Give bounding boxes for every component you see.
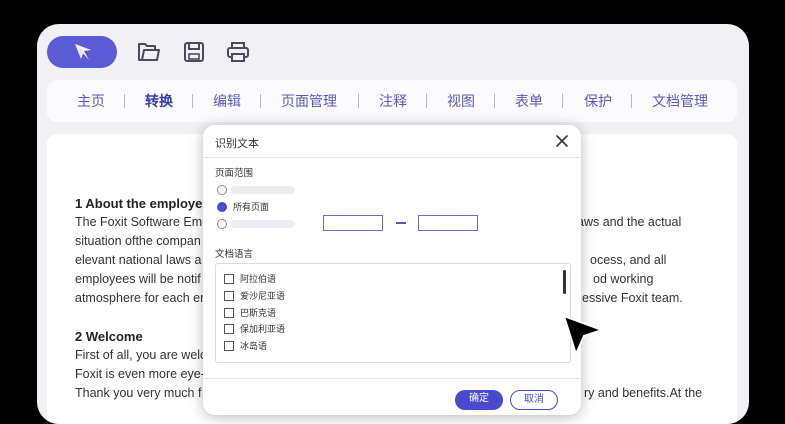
radio-label-placeholder [231, 220, 295, 228]
folder-icon [138, 43, 160, 61]
doc-line: elevant national laws a [75, 253, 202, 267]
dialog-title: 识别文本 [215, 137, 259, 150]
print-button[interactable] [224, 38, 252, 66]
checkbox[interactable] [224, 273, 234, 284]
doc-line: Thank you very much f [75, 386, 202, 400]
menu-separator [192, 94, 193, 108]
print-icon [227, 42, 249, 62]
doc-heading: 1 About the employee [75, 196, 210, 211]
doc-line: First of all, you are welc [75, 348, 207, 362]
menu-page-management[interactable]: 页面管理 [281, 91, 337, 111]
radio-all-pages[interactable] [217, 202, 227, 212]
ocr-dialog: 识别文本 页面范围 所有页面 文档语言 阿拉伯语 爱沙尼亚语 巴斯克语 保加利亚… [203, 125, 581, 415]
menu-separator [426, 94, 427, 108]
doc-line: Foxit is even more eye- [75, 367, 205, 381]
radio-current-page[interactable] [217, 185, 227, 195]
ok-button[interactable]: 确定 [455, 390, 503, 410]
menu-document-management[interactable]: 文档管理 [652, 91, 708, 111]
menu-home[interactable]: 主页 [77, 91, 105, 111]
menu-separator [260, 94, 261, 108]
language-label-text: 冰岛语 [240, 342, 268, 352]
checkbox[interactable] [224, 340, 234, 351]
menu-view[interactable]: 视图 [447, 91, 475, 111]
menu-separator [631, 94, 632, 108]
language-item[interactable]: 阿拉伯语 [224, 272, 276, 285]
doc-line: ocess, and all [590, 253, 667, 267]
language-list[interactable]: 阿拉伯语 爱沙尼亚语 巴斯克语 保加利亚语 冰岛语 [215, 263, 571, 363]
menu-separator [494, 94, 495, 108]
foxit-logo-icon [75, 44, 91, 60]
menu-convert[interactable]: 转换 [145, 91, 173, 111]
doc-line: ry and benefits.At the [584, 386, 703, 400]
range-dash [396, 222, 406, 224]
checkbox[interactable] [224, 290, 234, 301]
cancel-button[interactable]: 取消 [510, 390, 558, 410]
dialog-divider [203, 157, 581, 158]
doc-heading: 2 Welcome [75, 329, 143, 344]
doc-line: essive Foxit team. [582, 291, 683, 305]
doc-line: aws and the actual [577, 215, 682, 229]
menu-protect[interactable]: 保护 [584, 91, 612, 111]
menu-annotate[interactable]: 注释 [379, 91, 407, 111]
doc-line: situation ofthe compan [75, 234, 201, 248]
language-label-text: 阿拉伯语 [240, 275, 277, 285]
language-label: 文档语言 [215, 249, 254, 260]
language-item[interactable]: 巴斯克语 [224, 306, 276, 319]
checkbox[interactable] [224, 307, 234, 318]
language-item[interactable]: 保加利亚语 [224, 322, 285, 335]
menu-separator [358, 94, 359, 108]
doc-line: employees will be notif [75, 272, 201, 286]
close-icon[interactable] [553, 132, 571, 150]
language-item[interactable]: 爱沙尼亚语 [224, 289, 285, 302]
menu-form[interactable]: 表单 [515, 91, 543, 111]
radio-all-pages-label: 所有页面 [233, 203, 270, 213]
dialog-footer-divider [203, 378, 581, 379]
open-file-button[interactable] [135, 38, 163, 66]
language-item[interactable]: 冰岛语 [224, 339, 267, 352]
menu-edit[interactable]: 编辑 [213, 91, 241, 111]
menu-separator [562, 94, 563, 108]
ribbon-menu: 主页 转换 编辑 页面管理 注释 视图 表单 保护 文档管理 [47, 80, 737, 122]
radio-label-placeholder [231, 186, 295, 194]
save-icon [184, 42, 204, 62]
radio-page-range[interactable] [217, 219, 227, 229]
language-label-text: 巴斯克语 [240, 309, 277, 319]
menu-separator [124, 94, 125, 108]
doc-line: atmosphere for each er [75, 291, 205, 305]
language-label-text: 爱沙尼亚语 [240, 292, 286, 302]
page-range-label: 页面范围 [215, 168, 254, 179]
language-label-text: 保加利亚语 [240, 325, 286, 335]
range-end-input[interactable] [418, 215, 478, 231]
checkbox[interactable] [224, 323, 234, 334]
doc-line: The Foxit Software Emp [75, 215, 210, 229]
foxit-logo-button[interactable] [47, 36, 117, 68]
range-start-input[interactable] [323, 215, 383, 231]
mouse-pointer-icon [563, 315, 603, 355]
toolbar [37, 24, 749, 82]
language-list-scrollbar[interactable] [563, 270, 566, 294]
save-button[interactable] [180, 38, 208, 66]
doc-line: od working [593, 272, 654, 286]
